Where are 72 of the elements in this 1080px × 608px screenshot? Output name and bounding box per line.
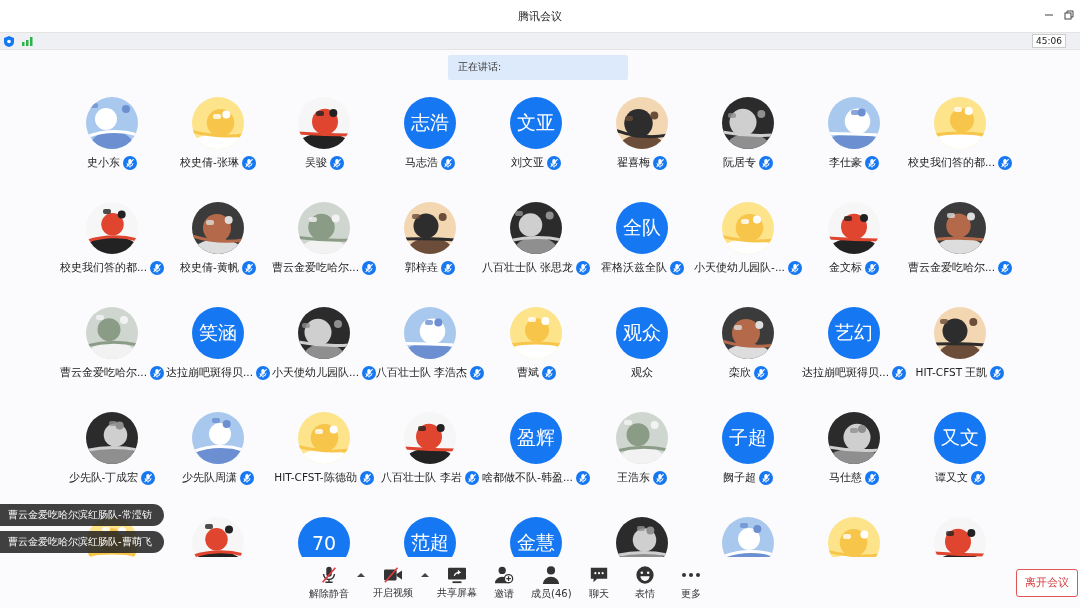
member-name: 阙子超: [723, 471, 756, 485]
camera-off-icon: [382, 565, 404, 584]
member-name: 校史我们答的都...: [908, 156, 995, 170]
member-name: 曹云金爱吃哈尔...: [60, 366, 147, 380]
muted-mic-icon: [319, 564, 339, 585]
avatar: 范超: [404, 517, 456, 557]
member-name: 霍格沃兹全队: [600, 261, 667, 275]
add-person-icon: [494, 564, 514, 585]
toolbar-button[interactable]: 开启视频: [369, 565, 417, 600]
member-name: 郭梓垚: [405, 261, 438, 275]
member-name: HIT-CFST 王凯: [915, 366, 988, 380]
member-name: 少先队-丁成宏: [68, 471, 139, 485]
member-name: 啥都做不队-韩盈...: [482, 471, 573, 485]
member-name: 观众: [631, 366, 653, 380]
speaking-banner: 正在讲话:: [448, 55, 628, 80]
avatar: 笑涵: [192, 307, 244, 359]
avatar: 文亚: [510, 97, 562, 149]
member-name: 达拉崩吧斑得贝...: [802, 366, 889, 380]
member-name: 栾欣: [728, 366, 751, 380]
avatar: 盈辉: [510, 412, 562, 464]
member-name: 校史我们答的都...: [60, 261, 147, 275]
member-name: 曹斌: [516, 366, 539, 380]
screen-share-icon: [446, 565, 468, 584]
avatar: 金慧: [510, 517, 562, 557]
member-name: 马仕慈: [829, 471, 862, 485]
avatar: 艺幻: [828, 307, 880, 359]
shield-icon[interactable]: [4, 35, 14, 47]
member-name: 史小东: [87, 156, 120, 170]
join-notification: 曹云金爱吃哈尔滨红肠队-曹萌飞: [0, 531, 164, 553]
leave-meeting-button[interactable]: 离开会议: [1016, 568, 1078, 597]
member-name: 刘文亚: [511, 156, 544, 170]
toolbar-button[interactable]: 表情: [621, 564, 668, 601]
member-name: 校史倩-张琳: [180, 156, 239, 170]
member-name: 曹云金爱吃哈尔...: [908, 261, 995, 275]
member-name: 李仕豪: [829, 156, 862, 170]
avatar: 子超: [722, 412, 774, 464]
member-name: 少先队周潇: [182, 471, 237, 485]
member-name: 吴骏: [304, 156, 327, 170]
restore-icon[interactable]: [1064, 10, 1074, 20]
member-name: 八百壮士队 李浩杰: [375, 366, 468, 380]
avatar: 志浩: [404, 97, 456, 149]
avatar: 全队: [616, 202, 668, 254]
toolbar-button[interactable]: 邀请: [481, 564, 527, 601]
window-title: 腾讯会议: [518, 8, 562, 24]
toolbar-button[interactable]: 更多: [667, 564, 714, 601]
smile-icon: [634, 564, 655, 585]
signal-icon[interactable]: [22, 36, 33, 46]
member-name: 达拉崩吧斑得贝...: [166, 366, 253, 380]
toolbar-button[interactable]: 成员(46): [527, 564, 576, 601]
member-name: 八百壮士队 张思龙: [481, 261, 574, 275]
avatar: 观众: [616, 307, 668, 359]
toolbar-button[interactable]: 聊天: [575, 564, 622, 601]
toolbar-button[interactable]: 解除静音: [305, 564, 353, 601]
member-name: 校史倩-黄帆: [180, 261, 239, 275]
member-name: HIT-CFST-陈德劭: [274, 471, 357, 485]
member-name: 曹云金爱吃哈尔...: [272, 261, 359, 275]
member-name: 马志浩: [405, 156, 438, 170]
member-name: 王浩东: [617, 471, 650, 485]
member-name: 小天使幼儿园队...: [272, 366, 359, 380]
toolbar-button[interactable]: 共享屏幕: [433, 565, 481, 600]
join-notification: 曹云金爱吃哈尔滨红肠队-常滢钫: [0, 504, 164, 526]
person-icon: [541, 564, 562, 585]
member-name: 金文标: [829, 261, 862, 275]
member-name: 小天使幼儿园队-...: [694, 261, 785, 275]
member-name: 翟喜梅: [617, 156, 650, 170]
avatar: 又文: [934, 412, 986, 464]
meeting-timer: 45:06: [1032, 34, 1066, 48]
member-name: 八百壮士队 李岩: [381, 471, 462, 485]
member-name: 阮居专: [723, 156, 756, 170]
more-icon: [680, 571, 701, 578]
avatar: 70: [298, 517, 350, 557]
member-name: 谭又文: [935, 471, 968, 485]
